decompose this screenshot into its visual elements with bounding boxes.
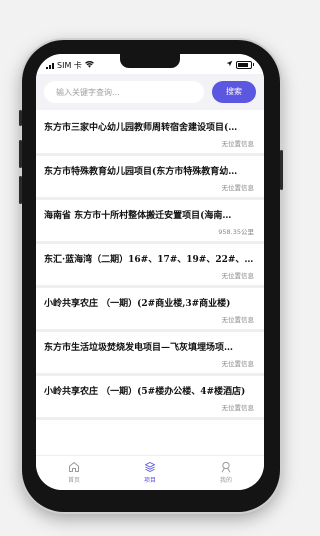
- list-item-title: 东汇·蓝海湾（二期）16#、17#、19#、22#、23…: [44, 255, 256, 265]
- list-item-location: 无位置信息: [221, 272, 255, 280]
- tab-home[interactable]: 首页: [36, 456, 112, 490]
- search-input[interactable]: [44, 81, 204, 103]
- phone-power-button: [280, 150, 283, 190]
- list-item-location: 无位置信息: [221, 360, 255, 368]
- list-item[interactable]: 东方市特殊教育幼儿园项目(东方市特殊教育幼… 无位置信息: [36, 156, 264, 200]
- list-item-title: 东方市三家中心幼儿园教师周转宿舍建设项目(…: [44, 123, 238, 133]
- list-item-location: 无位置信息: [221, 184, 255, 192]
- list-item[interactable]: 小岭共享农庄 （一期）(2#商业楼,3#商业楼) 无位置信息: [36, 288, 264, 332]
- list-item-location: 958.35公里: [218, 228, 254, 236]
- list-item[interactable]: 东方市三家中心幼儿园教师周转宿舍建设项目(… 无位置信息: [36, 112, 264, 156]
- tab-projects[interactable]: 项目: [112, 456, 188, 490]
- list-item-location: 无位置信息: [221, 140, 255, 148]
- status-left: SIM 卡: [46, 60, 94, 71]
- list-item-title: 小岭共享农庄 （一期）(2#商业楼,3#商业楼): [44, 299, 231, 309]
- app-screen: SIM 卡 搜索 东方市三家中心幼儿园教师周转宿舍建设项目(… 无位置信息 东方…: [36, 54, 264, 490]
- phone-side-button: [19, 110, 22, 126]
- search-button[interactable]: 搜索: [212, 81, 256, 103]
- tab-home-label: 首页: [67, 477, 80, 484]
- tab-profile[interactable]: 我的: [188, 456, 264, 490]
- wifi-icon: [85, 61, 94, 70]
- search-bar: 搜索: [36, 74, 264, 110]
- user-icon: [188, 461, 264, 473]
- list-item[interactable]: 小岭共享农庄 （一期）(5#楼办公楼、4#楼酒店) 无位置信息: [36, 376, 264, 420]
- status-right: [226, 60, 254, 69]
- location-arrow-icon: [226, 60, 233, 69]
- home-icon: [36, 461, 112, 473]
- phone-volume-up-button: [19, 140, 22, 168]
- list-item[interactable]: 海南省 东方市十所村整体搬迁安置项目(海南… 958.35公里: [36, 200, 264, 244]
- phone-notch: [120, 54, 180, 68]
- list-item-title: 海南省 东方市十所村整体搬迁安置项目(海南…: [44, 211, 232, 221]
- phone-volume-down-button: [19, 176, 22, 204]
- layers-icon: [112, 461, 188, 473]
- list-item-location: 无位置信息: [221, 316, 255, 324]
- battery-icon: [236, 60, 254, 69]
- tab-projects-label: 项目: [143, 477, 156, 484]
- carrier-label: SIM 卡: [57, 61, 82, 70]
- list-item-title: 小岭共享农庄 （一期）(5#楼办公楼、4#楼酒店): [44, 387, 246, 397]
- list-item-title: 东方市特殊教育幼儿园项目(东方市特殊教育幼…: [44, 167, 238, 177]
- signal-icon: [46, 62, 54, 69]
- tab-profile-label: 我的: [219, 477, 232, 484]
- project-list: 东方市三家中心幼儿园教师周转宿舍建设项目(… 无位置信息 东方市特殊教育幼儿园项…: [36, 112, 264, 420]
- bottom-tab-bar: 首页 项目 我的: [36, 455, 264, 490]
- list-item[interactable]: 东方市生活垃圾焚烧发电项目—飞灰填埋场项… 无位置信息: [36, 332, 264, 376]
- list-item[interactable]: 东汇·蓝海湾（二期）16#、17#、19#、22#、23… 无位置信息: [36, 244, 264, 288]
- list-item-title: 东方市生活垃圾焚烧发电项目—飞灰填埋场项…: [44, 343, 234, 353]
- list-item-location: 无位置信息: [221, 404, 255, 412]
